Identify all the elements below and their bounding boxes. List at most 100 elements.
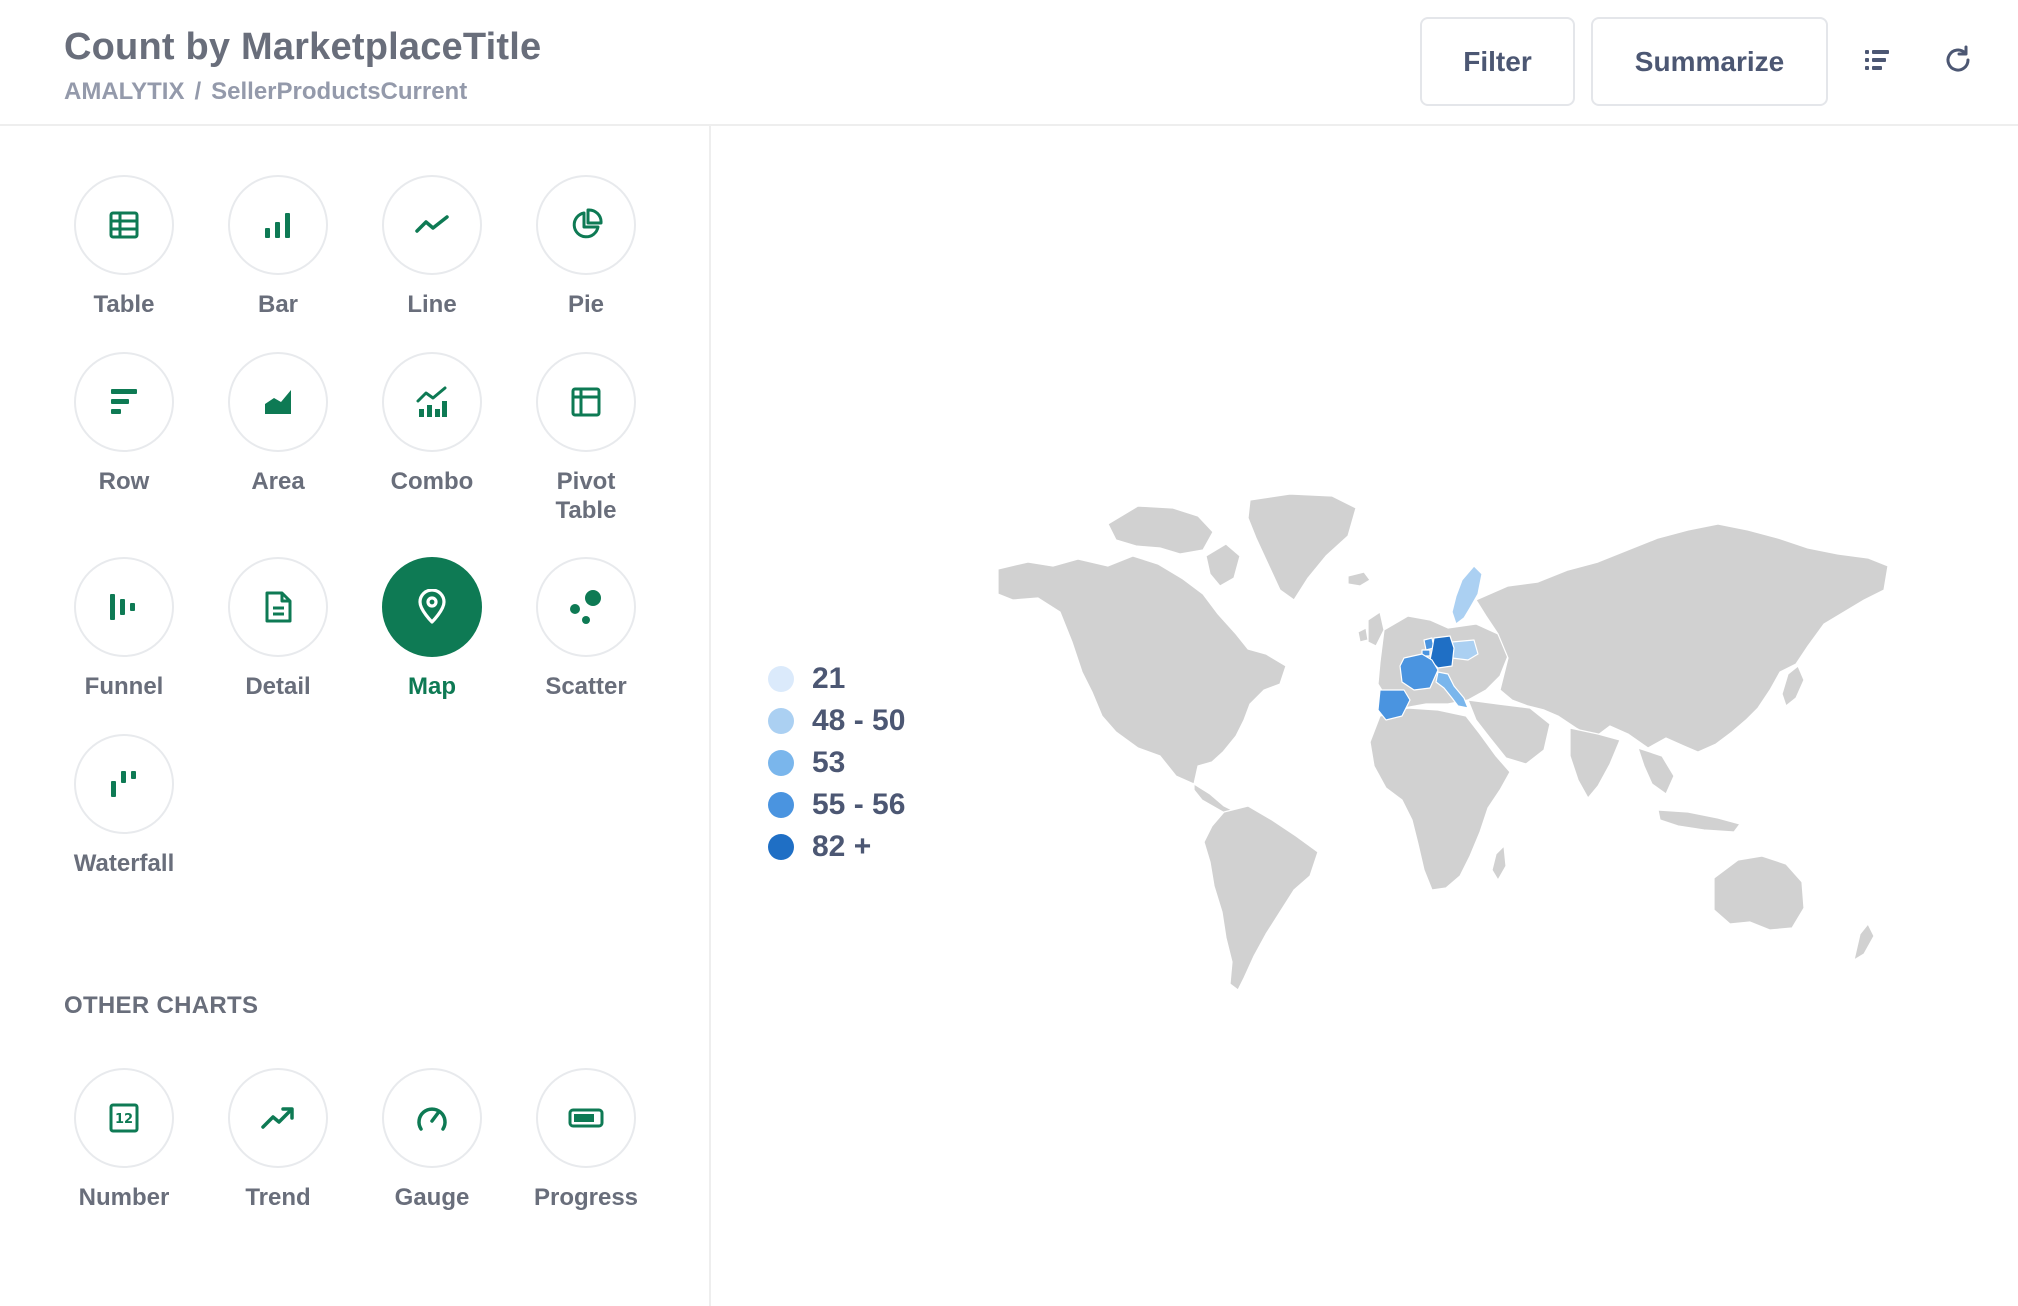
world-map [997, 493, 1898, 1004]
chart-option-label: Map [408, 673, 456, 700]
map-legend: 21 48 - 50 53 55 - 56 82 + [768, 658, 905, 868]
chart-option-map[interactable]: Map [357, 557, 507, 701]
map-madagascar [1491, 845, 1507, 881]
chart-option-label: Bar [257, 291, 299, 318]
row-chart-icon [74, 352, 174, 452]
chart-option-label: Area [251, 468, 305, 495]
svg-text:12: 12 [115, 1112, 133, 1127]
map-new-zealand [1853, 923, 1875, 961]
breadcrumb-separator: / [194, 78, 202, 105]
chart-type-sidebar: Table Bar Line Pie Row Area Combo Pivot … [0, 126, 711, 1306]
chart-option-label: Table [93, 291, 155, 318]
chart-option-label: Pie [567, 291, 605, 318]
chart-option-row[interactable]: Row [49, 352, 199, 496]
chart-option-label: Pivot Table [555, 468, 617, 524]
legend-swatch [768, 750, 794, 776]
trend-icon [228, 1068, 328, 1168]
combo-chart-icon [382, 352, 482, 452]
map-greenland [1247, 493, 1357, 601]
filter-button[interactable]: Filter [1420, 17, 1575, 106]
legend-swatch [768, 666, 794, 692]
map-visualization-panel: 21 48 - 50 53 55 - 56 82 + [713, 126, 2018, 1306]
chart-option-label: Gauge [394, 1184, 470, 1211]
chart-option-bar[interactable]: Bar [203, 175, 353, 319]
legend-label: 48 - 50 [812, 704, 906, 737]
other-charts-heading: OTHER CHARTS [64, 992, 259, 1019]
map-baffin-island [1205, 543, 1241, 587]
map-southeast-asia [1637, 747, 1675, 795]
progress-icon [536, 1068, 636, 1168]
chart-option-label: Progress [533, 1184, 639, 1211]
chart-option-progress[interactable]: Progress [511, 1068, 661, 1212]
gauge-icon [382, 1068, 482, 1168]
chart-option-detail[interactable]: Detail [203, 557, 353, 701]
detail-icon [228, 557, 328, 657]
legend-swatch [768, 708, 794, 734]
line-chart-icon [382, 175, 482, 275]
map-iceland [1347, 571, 1371, 587]
refresh-icon[interactable] [1938, 40, 1978, 80]
scatter-icon [536, 557, 636, 657]
map-sweden [1451, 565, 1483, 625]
chart-option-number[interactable]: 12 Number [49, 1068, 199, 1212]
world-map-svg [997, 493, 1889, 991]
breadcrumb-database[interactable]: AMALYTIX [64, 78, 184, 105]
legend-item: 55 - 56 [768, 784, 905, 826]
map-south-america [1203, 805, 1319, 991]
chart-option-scatter[interactable]: Scatter [511, 557, 661, 701]
list-icon[interactable] [1858, 40, 1898, 80]
legend-label: 55 - 56 [812, 788, 906, 821]
legend-item: 21 [768, 658, 905, 700]
legend-item: 53 [768, 742, 905, 784]
map-north-america [997, 555, 1287, 785]
pie-chart-icon [536, 175, 636, 275]
chart-option-pivot-table[interactable]: Pivot Table [511, 352, 661, 525]
map-pin-icon [382, 557, 482, 657]
breadcrumb: AMALYTIX / SellerProductsCurrent [64, 78, 467, 106]
bar-chart-icon [228, 175, 328, 275]
funnel-icon [74, 557, 174, 657]
number-icon: 12 [74, 1068, 174, 1168]
chart-option-label: Trend [245, 1184, 311, 1211]
chart-option-combo[interactable]: Combo [357, 352, 507, 496]
chart-option-label: Detail [245, 673, 311, 700]
legend-label: 21 [812, 662, 846, 695]
chart-option-trend[interactable]: Trend [203, 1068, 353, 1212]
map-poland [1451, 639, 1479, 661]
waterfall-icon [74, 734, 174, 834]
chart-option-waterfall[interactable]: Waterfall [49, 734, 199, 878]
legend-label: 53 [812, 746, 846, 779]
legend-item: 48 - 50 [768, 700, 905, 742]
summarize-button[interactable]: Summarize [1591, 17, 1828, 106]
map-australia [1713, 855, 1805, 931]
map-ireland [1357, 627, 1369, 643]
table-icon [74, 175, 174, 275]
map-indonesia [1657, 809, 1741, 833]
chart-option-label: Row [98, 468, 150, 495]
page-title: Count by MarketplaceTitle [64, 26, 542, 68]
area-chart-icon [228, 352, 328, 452]
chart-option-label: Scatter [545, 673, 627, 700]
chart-option-gauge[interactable]: Gauge [357, 1068, 507, 1212]
legend-item: 82 + [768, 826, 905, 868]
chart-option-area[interactable]: Area [203, 352, 353, 496]
legend-swatch [768, 792, 794, 818]
chart-option-label: Number [78, 1184, 170, 1211]
breadcrumb-table[interactable]: SellerProductsCurrent [211, 78, 467, 105]
map-arctic-islands [1107, 505, 1214, 555]
chart-option-label: Waterfall [73, 850, 175, 877]
chart-option-pie[interactable]: Pie [511, 175, 661, 319]
chart-option-funnel[interactable]: Funnel [49, 557, 199, 701]
map-japan [1781, 665, 1805, 707]
header: Count by MarketplaceTitle AMALYTIX / Selle… [0, 0, 2018, 126]
legend-label: 82 + [812, 830, 872, 863]
pivot-table-icon [536, 352, 636, 452]
chart-option-label: Line [407, 291, 457, 318]
map-india [1569, 727, 1621, 799]
chart-option-label: Funnel [84, 673, 164, 700]
legend-swatch [768, 834, 794, 860]
chart-option-label: Combo [390, 468, 474, 495]
chart-option-table[interactable]: Table [49, 175, 199, 319]
map-uk [1367, 611, 1385, 647]
chart-option-line[interactable]: Line [357, 175, 507, 319]
